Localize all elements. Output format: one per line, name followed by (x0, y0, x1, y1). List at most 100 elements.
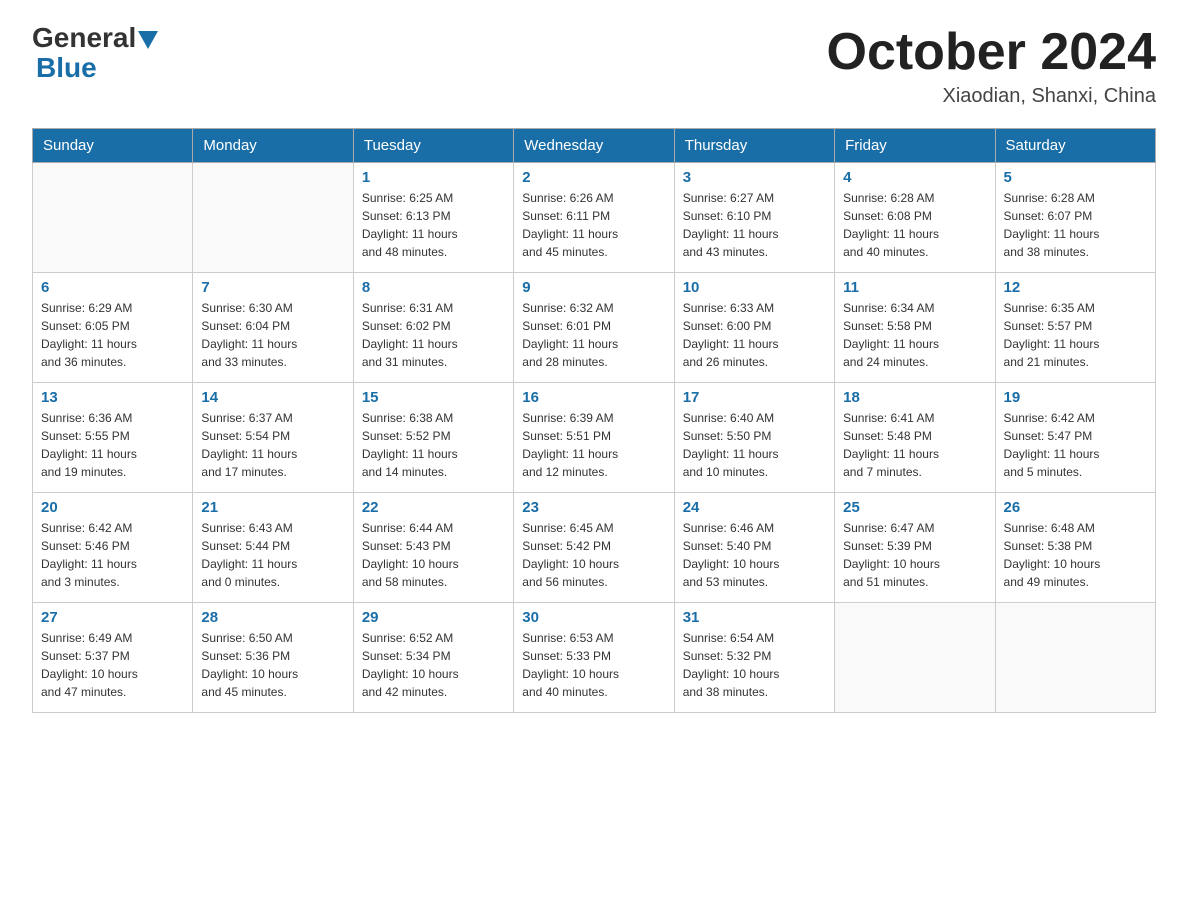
calendar-cell: 27 Sunrise: 6:49 AM Sunset: 5:37 PM Dayli… (33, 603, 193, 713)
calendar-cell: 31Sunrise: 6:54 AM Sunset: 5:32 PM Dayli… (674, 603, 834, 713)
calendar-cell: 25Sunrise: 6:47 AM Sunset: 5:39 PM Dayli… (835, 493, 995, 603)
day-info: Sunrise: 6:30 AM Sunset: 6:04 PM Dayligh… (201, 299, 344, 371)
day-number: 4 (843, 169, 986, 186)
header-friday: Friday (835, 129, 995, 163)
day-info: Sunrise: 6:49 AM Sunset: 5:37 PM Dayligh… (41, 629, 184, 701)
day-number: 5 (1004, 169, 1147, 186)
calendar-cell: 15 Sunrise: 6:38 AM Sunset: 5:52 PM Dayli… (353, 383, 513, 493)
logo-triangle-icon (138, 31, 158, 49)
day-number: 13 (41, 389, 184, 406)
day-number: 1 (362, 169, 505, 186)
calendar-cell: 6Sunrise: 6:29 AM Sunset: 6:05 PM Daylig… (33, 273, 193, 383)
day-info: Sunrise: 6:36 AM Sunset: 5:55 PM Dayligh… (41, 409, 184, 481)
day-info: Sunrise: 6:39 AM Sunset: 5:51 PM Dayligh… (522, 409, 665, 481)
day-number: 6 (41, 279, 184, 296)
day-info: Sunrise: 6:44 AM Sunset: 5:43 PM Dayligh… (362, 519, 505, 591)
day-number: 19 (1004, 389, 1147, 406)
day-number: 14 (201, 389, 344, 406)
calendar-cell (33, 163, 193, 273)
day-info: Sunrise: 6:42 AM Sunset: 5:47 PM Dayligh… (1004, 409, 1147, 481)
day-number: 7 (201, 279, 344, 296)
calendar-cell: 12 Sunrise: 6:35 AM Sunset: 5:57 PM Dayli… (995, 273, 1155, 383)
day-number: 20 (41, 499, 184, 516)
day-info: Sunrise: 6:46 AM Sunset: 5:40 PM Dayligh… (683, 519, 826, 591)
day-number: 11 (843, 279, 986, 296)
day-info: Sunrise: 6:54 AM Sunset: 5:32 PM Dayligh… (683, 629, 826, 701)
calendar-cell: 3 Sunrise: 6:27 AM Sunset: 6:10 PM Daylig… (674, 163, 834, 273)
day-number: 26 (1004, 499, 1147, 516)
calendar-cell (835, 603, 995, 713)
day-number: 15 (362, 389, 505, 406)
day-info: Sunrise: 6:34 AM Sunset: 5:58 PM Dayligh… (843, 299, 986, 371)
day-number: 18 (843, 389, 986, 406)
day-info: Sunrise: 6:25 AM Sunset: 6:13 PM Dayligh… (362, 189, 505, 261)
day-info: Sunrise: 6:26 AM Sunset: 6:11 PM Dayligh… (522, 189, 665, 261)
day-number: 30 (522, 609, 665, 626)
calendar-cell: 22 Sunrise: 6:44 AM Sunset: 5:43 PM Dayli… (353, 493, 513, 603)
day-info: Sunrise: 6:42 AM Sunset: 5:46 PM Dayligh… (41, 519, 184, 591)
day-info: Sunrise: 6:38 AM Sunset: 5:52 PM Dayligh… (362, 409, 505, 481)
calendar-cell: 13 Sunrise: 6:36 AM Sunset: 5:55 PM Dayli… (33, 383, 193, 493)
week-row-4: 20 Sunrise: 6:42 AM Sunset: 5:46 PM Dayli… (33, 493, 1156, 603)
day-info: Sunrise: 6:40 AM Sunset: 5:50 PM Dayligh… (683, 409, 826, 481)
calendar-cell: 10Sunrise: 6:33 AM Sunset: 6:00 PM Dayli… (674, 273, 834, 383)
calendar-cell (995, 603, 1155, 713)
calendar-cell: 30 Sunrise: 6:53 AM Sunset: 5:33 PM Dayli… (514, 603, 674, 713)
week-row-2: 6Sunrise: 6:29 AM Sunset: 6:05 PM Daylig… (33, 273, 1156, 383)
calendar-cell: 28Sunrise: 6:50 AM Sunset: 5:36 PM Dayli… (193, 603, 353, 713)
calendar-table: SundayMondayTuesdayWednesdayThursdayFrid… (32, 128, 1156, 713)
day-info: Sunrise: 6:50 AM Sunset: 5:36 PM Dayligh… (201, 629, 344, 701)
day-number: 12 (1004, 279, 1147, 296)
calendar-cell: 7 Sunrise: 6:30 AM Sunset: 6:04 PM Daylig… (193, 273, 353, 383)
calendar-cell: 4Sunrise: 6:28 AM Sunset: 6:08 PM Daylig… (835, 163, 995, 273)
week-row-1: 1 Sunrise: 6:25 AM Sunset: 6:13 PM Daylig… (33, 163, 1156, 273)
day-info: Sunrise: 6:31 AM Sunset: 6:02 PM Dayligh… (362, 299, 505, 371)
header-sunday: Sunday (33, 129, 193, 163)
day-number: 27 (41, 609, 184, 626)
calendar-cell: 24 Sunrise: 6:46 AM Sunset: 5:40 PM Dayli… (674, 493, 834, 603)
day-info: Sunrise: 6:27 AM Sunset: 6:10 PM Dayligh… (683, 189, 826, 261)
calendar-cell: 21 Sunrise: 6:43 AM Sunset: 5:44 PM Dayli… (193, 493, 353, 603)
header: General Blue October 2024 Xiaodian, Shan… (32, 24, 1156, 108)
header-saturday: Saturday (995, 129, 1155, 163)
day-number: 21 (201, 499, 344, 516)
day-number: 9 (522, 279, 665, 296)
day-info: Sunrise: 6:28 AM Sunset: 6:07 PM Dayligh… (1004, 189, 1147, 261)
day-info: Sunrise: 6:43 AM Sunset: 5:44 PM Dayligh… (201, 519, 344, 591)
day-number: 22 (362, 499, 505, 516)
calendar-cell: 26 Sunrise: 6:48 AM Sunset: 5:38 PM Dayli… (995, 493, 1155, 603)
calendar-cell: 2 Sunrise: 6:26 AM Sunset: 6:11 PM Daylig… (514, 163, 674, 273)
day-info: Sunrise: 6:32 AM Sunset: 6:01 PM Dayligh… (522, 299, 665, 371)
calendar-cell: 11 Sunrise: 6:34 AM Sunset: 5:58 PM Dayli… (835, 273, 995, 383)
header-tuesday: Tuesday (353, 129, 513, 163)
day-info: Sunrise: 6:37 AM Sunset: 5:54 PM Dayligh… (201, 409, 344, 481)
logo: General (32, 24, 158, 52)
week-row-3: 13 Sunrise: 6:36 AM Sunset: 5:55 PM Dayli… (33, 383, 1156, 493)
calendar-cell: 29Sunrise: 6:52 AM Sunset: 5:34 PM Dayli… (353, 603, 513, 713)
day-number: 25 (843, 499, 986, 516)
calendar-cell: 14 Sunrise: 6:37 AM Sunset: 5:54 PM Dayli… (193, 383, 353, 493)
day-info: Sunrise: 6:48 AM Sunset: 5:38 PM Dayligh… (1004, 519, 1147, 591)
calendar-title: October 2024 (827, 24, 1157, 81)
day-number: 16 (522, 389, 665, 406)
day-info: Sunrise: 6:45 AM Sunset: 5:42 PM Dayligh… (522, 519, 665, 591)
header-thursday: Thursday (674, 129, 834, 163)
week-row-5: 27 Sunrise: 6:49 AM Sunset: 5:37 PM Dayli… (33, 603, 1156, 713)
day-info: Sunrise: 6:53 AM Sunset: 5:33 PM Dayligh… (522, 629, 665, 701)
calendar-cell: 1 Sunrise: 6:25 AM Sunset: 6:13 PM Daylig… (353, 163, 513, 273)
day-number: 24 (683, 499, 826, 516)
day-number: 17 (683, 389, 826, 406)
day-number: 23 (522, 499, 665, 516)
logo-general: General (32, 24, 136, 52)
calendar-cell: 18Sunrise: 6:41 AM Sunset: 5:48 PM Dayli… (835, 383, 995, 493)
day-number: 8 (362, 279, 505, 296)
calendar-header-row: SundayMondayTuesdayWednesdayThursdayFrid… (33, 129, 1156, 163)
day-number: 2 (522, 169, 665, 186)
logo-area: General Blue (32, 24, 158, 84)
day-info: Sunrise: 6:52 AM Sunset: 5:34 PM Dayligh… (362, 629, 505, 701)
header-monday: Monday (193, 129, 353, 163)
calendar-subtitle: Xiaodian, Shanxi, China (827, 85, 1157, 108)
day-info: Sunrise: 6:35 AM Sunset: 5:57 PM Dayligh… (1004, 299, 1147, 371)
calendar-cell: 23 Sunrise: 6:45 AM Sunset: 5:42 PM Dayli… (514, 493, 674, 603)
day-number: 3 (683, 169, 826, 186)
